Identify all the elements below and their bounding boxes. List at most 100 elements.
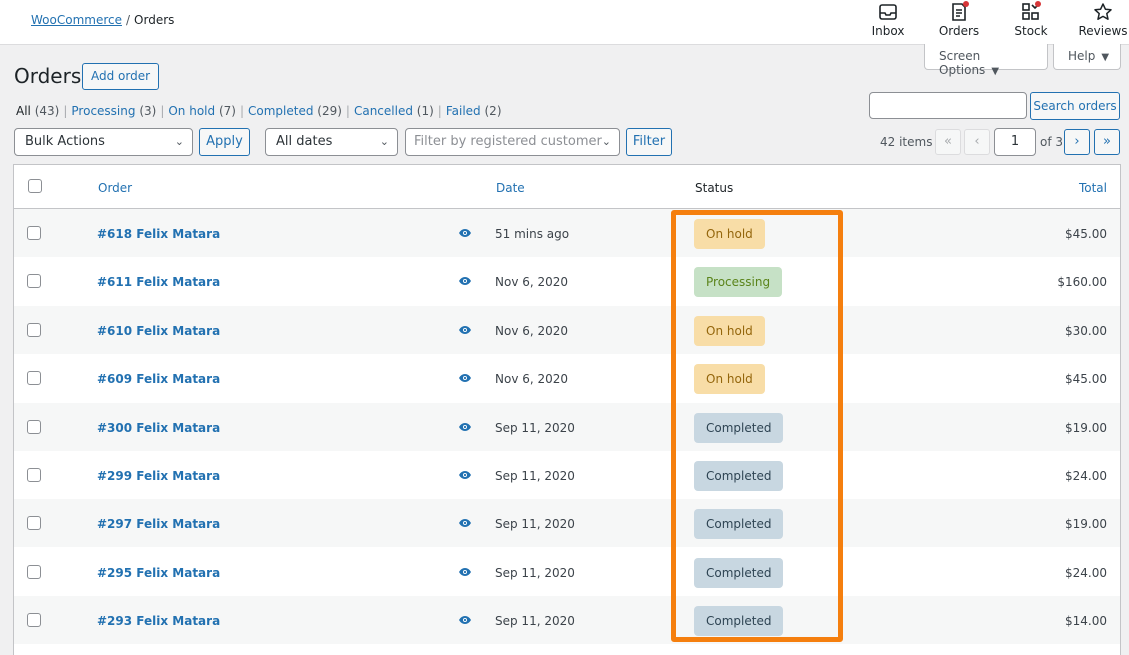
- page-title: Orders: [14, 64, 82, 88]
- eye-icon[interactable]: [458, 372, 472, 383]
- screen-options-button[interactable]: Screen Options ▼: [924, 44, 1048, 77]
- filter-separator: |: [239, 104, 244, 118]
- order-date: Nov 6, 2020: [495, 323, 569, 338]
- row-checkbox[interactable]: [27, 371, 41, 386]
- table-row: #610 Felix Matara Nov 6, 2020 On hold $30.0…: [14, 305, 1120, 354]
- apply-button[interactable]: Apply: [199, 128, 250, 156]
- order-date: Sep 11, 2020: [495, 420, 575, 435]
- row-checkbox[interactable]: [27, 516, 41, 531]
- eye-icon[interactable]: [458, 227, 472, 237]
- breadcrumb-separator: /: [125, 13, 131, 27]
- order-total: $30.00: [1065, 323, 1107, 338]
- next-page-button[interactable]: ›: [1064, 129, 1090, 155]
- filter-on-hold[interactable]: On hold (7): [168, 104, 236, 118]
- filter-separator: |: [160, 104, 165, 118]
- order-total: $160.00: [1057, 275, 1107, 290]
- activity-reviews[interactable]: Reviews: [1073, 0, 1129, 45]
- column-total[interactable]: Total: [1079, 181, 1107, 195]
- filter-completed[interactable]: Completed (29): [248, 104, 342, 118]
- breadcrumb-current: Orders: [134, 13, 175, 27]
- add-order-button[interactable]: Add order: [82, 63, 160, 90]
- order-link[interactable]: #293 Felix Matara: [97, 614, 220, 628]
- activity-stock-label: Stock: [1014, 24, 1048, 38]
- bulk-actions-select[interactable]: Bulk Actions ⌄: [14, 128, 193, 156]
- row-checkbox[interactable]: [27, 322, 41, 337]
- search-orders-button[interactable]: Search orders: [1030, 92, 1120, 120]
- table-row: #618 Felix Matara 51 mins ago On hold $45.0…: [14, 209, 1120, 257]
- filter-separator: |: [63, 104, 68, 118]
- filter-processing[interactable]: Processing (3): [71, 104, 156, 118]
- order-total: $24.00: [1065, 565, 1107, 580]
- order-total: $19.00: [1065, 517, 1107, 532]
- order-link[interactable]: #299 Felix Matara: [97, 469, 220, 483]
- order-link[interactable]: #618 Felix Matara: [97, 227, 220, 241]
- orders-table: Order Date Status Total #618 Felix Matar…: [13, 164, 1121, 655]
- activity-orders[interactable]: Orders: [929, 0, 989, 45]
- order-date: Sep 11, 2020: [495, 517, 575, 532]
- activity-stock[interactable]: Stock: [1001, 0, 1061, 45]
- filter-separator: |: [345, 104, 350, 118]
- search-input[interactable]: [869, 92, 1027, 119]
- chevron-down-icon: ⌄: [601, 135, 611, 148]
- triangle-down-icon: ▼: [1101, 52, 1110, 63]
- filter-cancelled[interactable]: Cancelled (1): [354, 104, 434, 118]
- activity-inbox[interactable]: Inbox: [858, 0, 918, 45]
- last-page-button[interactable]: »: [1094, 129, 1120, 155]
- stock-icon: [1021, 1, 1041, 22]
- order-date: Nov 6, 2020: [495, 372, 569, 387]
- order-link[interactable]: #300 Felix Matara: [97, 421, 220, 435]
- chevron-down-icon: ⌄: [379, 135, 389, 148]
- eye-icon[interactable]: [458, 421, 472, 431]
- order-link[interactable]: #297 Felix Matara: [97, 517, 220, 531]
- table-row: #297 Felix Matara Sep 11, 2020 Completed $1…: [14, 499, 1120, 548]
- select-all-checkbox[interactable]: [28, 179, 42, 193]
- chevron-down-icon: ⌄: [174, 135, 184, 148]
- order-link[interactable]: #609 Felix Matara: [97, 372, 220, 386]
- breadcrumb-woocommerce-link[interactable]: WooCommerce: [31, 13, 122, 27]
- eye-icon[interactable]: [458, 275, 472, 286]
- row-checkbox[interactable]: [27, 613, 41, 628]
- dates-select[interactable]: All dates ⌄: [265, 128, 398, 156]
- column-date[interactable]: Date: [496, 181, 525, 195]
- customer-filter-select[interactable]: Filter by registered customer ⌄: [405, 128, 620, 156]
- header-bar: WooCommerce / Orders Inbox Orders Stock Re…: [0, 0, 1129, 45]
- table-row: #295 Felix Matara Sep 11, 2020 Completed $2…: [14, 548, 1120, 596]
- eye-icon[interactable]: [458, 469, 472, 479]
- filter-all[interactable]: All (43): [16, 104, 59, 118]
- current-page-input[interactable]: 1: [994, 128, 1036, 156]
- row-checkbox[interactable]: [27, 468, 41, 482]
- order-link[interactable]: #610 Felix Matara: [97, 324, 220, 338]
- order-total: $45.00: [1065, 372, 1107, 387]
- order-date: 51 mins ago: [495, 227, 570, 241]
- help-label: Help: [1068, 49, 1096, 63]
- prev-page-button[interactable]: ‹: [964, 129, 990, 155]
- total-pages: of 3: [1040, 135, 1064, 149]
- help-button[interactable]: Help ▼: [1053, 44, 1121, 70]
- filter-failed[interactable]: Failed (2): [446, 104, 502, 118]
- items-count: 42 items: [880, 135, 933, 149]
- triangle-down-icon: ▼: [991, 66, 1000, 77]
- first-page-button[interactable]: «: [935, 129, 961, 155]
- eye-icon[interactable]: [458, 324, 472, 334]
- order-link[interactable]: #611 Felix Matara: [97, 275, 220, 289]
- activity-inbox-label: Inbox: [871, 24, 905, 38]
- eye-icon[interactable]: [458, 614, 472, 625]
- eye-icon[interactable]: [458, 517, 472, 528]
- eye-icon[interactable]: [458, 566, 472, 576]
- row-checkbox[interactable]: [27, 564, 41, 579]
- column-order[interactable]: Order: [98, 181, 132, 195]
- star-icon: [1093, 2, 1113, 22]
- order-total: $14.00: [1065, 614, 1107, 629]
- row-checkbox[interactable]: [27, 274, 41, 289]
- order-date: Sep 11, 2020: [495, 565, 575, 580]
- row-checkbox[interactable]: [27, 226, 41, 240]
- customer-filter-placeholder: Filter by registered customer: [414, 134, 602, 149]
- table-header: Order Date Status Total: [14, 165, 1120, 209]
- filter-button[interactable]: Filter: [626, 128, 672, 156]
- table-row: #293 Felix Matara Sep 11, 2020 Completed $1…: [14, 596, 1120, 645]
- activity-orders-label: Orders: [938, 24, 980, 38]
- order-date: Sep 11, 2020: [495, 469, 575, 483]
- row-checkbox[interactable]: [27, 419, 41, 434]
- order-link[interactable]: #295 Felix Matara: [97, 566, 220, 580]
- inbox-icon: [878, 2, 898, 22]
